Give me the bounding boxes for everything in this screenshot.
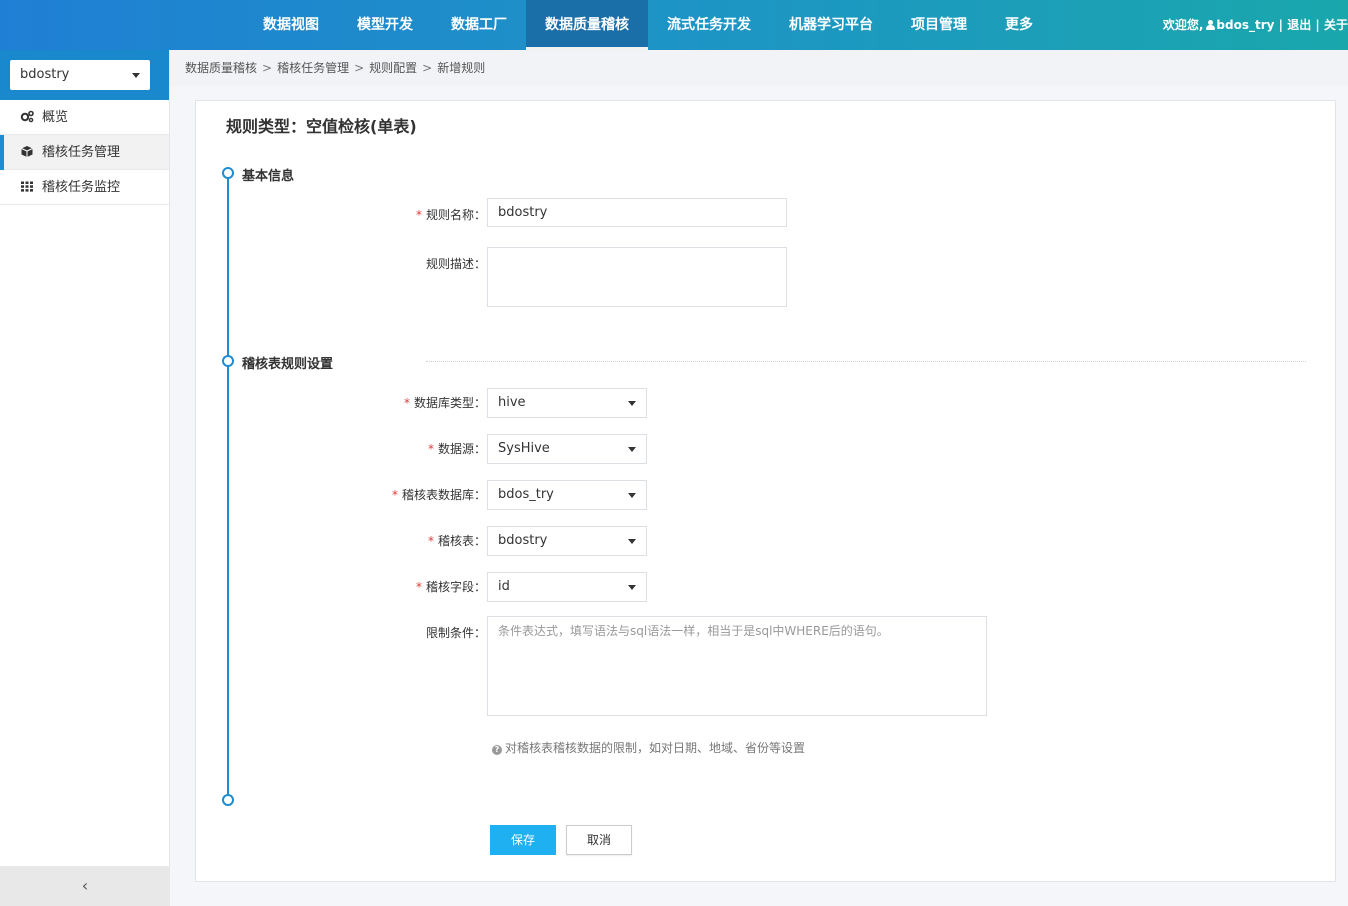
step-timeline <box>227 174 229 802</box>
required-mark: * <box>427 442 434 456</box>
label-text: 数据源： <box>437 442 486 456</box>
sidebar-item-audit-task-mgmt[interactable]: 稽核任务管理 <box>0 135 169 170</box>
caret-down-icon <box>628 585 636 590</box>
welcome-text: 欢迎您, <box>1162 18 1204 32</box>
nav-item-data-quality[interactable]: 数据质量稽核 <box>526 0 648 50</box>
condition-hint: ? 对稽核表稽核数据的限制，如对日期、地域、省份等设置 <box>492 739 805 756</box>
section-title-basic-info: 基本信息 <box>242 169 295 184</box>
rule-desc-label: 规则描述： <box>425 257 486 271</box>
db-type-label: * 数据库类型： <box>286 394 486 411</box>
required-mark: * <box>427 534 434 548</box>
nav-item-model-dev[interactable]: 模型开发 <box>338 0 432 50</box>
rule-name-input[interactable] <box>487 198 787 227</box>
main-nav: 数据视图 模型开发 数据工厂 数据质量稽核 流式任务开发 机器学习平台 项目管理… <box>244 0 1052 50</box>
nav-item-ml-platform[interactable]: 机器学习平台 <box>770 0 892 50</box>
user-area: 欢迎您, bdos_try | 退出 | 关于 <box>1163 0 1348 50</box>
user-icon <box>1206 20 1216 30</box>
page-title: 规则类型：空值检核(单表) <box>226 117 417 136</box>
required-mark: * <box>415 208 422 222</box>
grid-icon <box>21 181 33 192</box>
db-type-value: hive <box>498 395 526 410</box>
sidebar-collapse-button[interactable]: ‹ <box>0 866 170 906</box>
sidebar-item-label: 概览 <box>42 110 69 125</box>
nav-item-data-factory[interactable]: 数据工厂 <box>432 0 526 50</box>
top-navbar: 数据视图 模型开发 数据工厂 数据质量稽核 流式任务开发 机器学习平台 项目管理… <box>0 0 1348 50</box>
caret-down-icon <box>132 73 140 78</box>
question-circle-icon: ? <box>492 745 502 755</box>
audit-db-select[interactable]: bdos_try <box>487 480 647 510</box>
breadcrumb: 数据质量稽核 > 稽核任务管理 > 规则配置 > 新增规则 <box>170 50 1348 86</box>
data-source-value: SysHive <box>498 441 550 456</box>
audit-db-label: * 稽核表数据库： <box>286 486 486 503</box>
hint-text: 对稽核表稽核数据的限制，如对日期、地域、省份等设置 <box>505 741 806 755</box>
sidebar: bdostry 概览 稽核任务管理 稽核任务监控 ‹ <box>0 50 170 906</box>
rule-desc-textarea[interactable] <box>487 247 787 307</box>
about-link[interactable]: 关于 <box>1324 18 1348 32</box>
sidebar-item-label: 稽核任务监控 <box>42 180 121 195</box>
caret-down-icon <box>628 401 636 406</box>
required-mark: * <box>415 580 422 594</box>
required-mark: * <box>391 488 398 502</box>
audit-table-label: * 稽核表： <box>286 532 486 549</box>
rule-name-label: * 规则名称： <box>286 206 486 223</box>
breadcrumb-item[interactable]: 规则配置 <box>369 61 417 75</box>
label-text: 数据库类型： <box>413 396 486 410</box>
data-source-label: * 数据源： <box>286 440 486 457</box>
sidebar-item-label: 稽核任务管理 <box>42 145 121 160</box>
caret-down-icon <box>628 447 636 452</box>
condition-label: 限制条件： <box>425 626 486 640</box>
cube-icon <box>21 146 33 157</box>
breadcrumb-separator: > <box>262 61 273 75</box>
breadcrumb-item[interactable]: 稽核任务管理 <box>277 61 349 75</box>
section-title-rule-settings: 稽核表规则设置 <box>242 357 334 372</box>
logo-area <box>0 0 244 50</box>
audit-table-value: bdostry <box>498 533 548 548</box>
chevron-left-icon: ‹ <box>81 876 89 895</box>
cogs-icon <box>20 110 34 123</box>
nav-item-more[interactable]: 更多 <box>986 0 1052 50</box>
project-select[interactable]: bdostry <box>10 60 150 90</box>
label-text: 稽核表数据库： <box>401 488 486 502</box>
cancel-button[interactable]: 取消 <box>566 825 632 855</box>
audit-field-select[interactable]: id <box>487 572 647 602</box>
sidebar-item-audit-task-monitor[interactable]: 稽核任务监控 <box>0 170 169 205</box>
project-select-value: bdostry <box>20 67 70 82</box>
breadcrumb-item[interactable]: 数据质量稽核 <box>185 61 257 75</box>
section-divider <box>426 361 1306 362</box>
project-selector-area: bdostry <box>0 50 169 100</box>
step-dot <box>222 355 234 367</box>
breadcrumb-separator: > <box>354 61 365 75</box>
audit-field-label: * 稽核字段： <box>286 578 486 595</box>
separator: | <box>1278 18 1284 32</box>
audit-table-select[interactable]: bdostry <box>487 526 647 556</box>
breadcrumb-separator: > <box>422 61 433 75</box>
rule-form-panel: 规则类型：空值检核(单表) 基本信息 *规则名称： 规则描述： 稽核表规则设置 … <box>195 100 1336 882</box>
data-source-select[interactable]: SysHive <box>487 434 647 464</box>
separator: | <box>1315 18 1320 32</box>
db-type-select[interactable]: hive <box>487 388 647 418</box>
nav-item-data-view[interactable]: 数据视图 <box>244 0 338 50</box>
audit-field-value: id <box>498 579 510 594</box>
audit-db-value: bdos_try <box>498 487 554 502</box>
caret-down-icon <box>628 493 636 498</box>
step-dot <box>222 794 234 806</box>
nav-item-project-mgmt[interactable]: 项目管理 <box>892 0 986 50</box>
label-text: 稽核字段： <box>425 580 486 594</box>
nav-item-stream-dev[interactable]: 流式任务开发 <box>648 0 770 50</box>
save-button[interactable]: 保存 <box>490 825 556 855</box>
condition-textarea[interactable]: 条件表达式，填写语法与sql语法一样，相当于是sql中WHERE后的语句。 <box>487 616 987 716</box>
caret-down-icon <box>628 539 636 544</box>
logout-link[interactable]: 退出 <box>1287 18 1311 32</box>
label-text: 规则名称： <box>425 208 486 222</box>
sidebar-item-overview[interactable]: 概览 <box>0 100 169 135</box>
username[interactable]: bdos_try <box>1216 18 1274 32</box>
breadcrumb-current: 新增规则 <box>437 61 486 75</box>
required-mark: * <box>403 396 410 410</box>
label-text: 稽核表： <box>437 534 486 548</box>
step-dot <box>222 167 234 179</box>
